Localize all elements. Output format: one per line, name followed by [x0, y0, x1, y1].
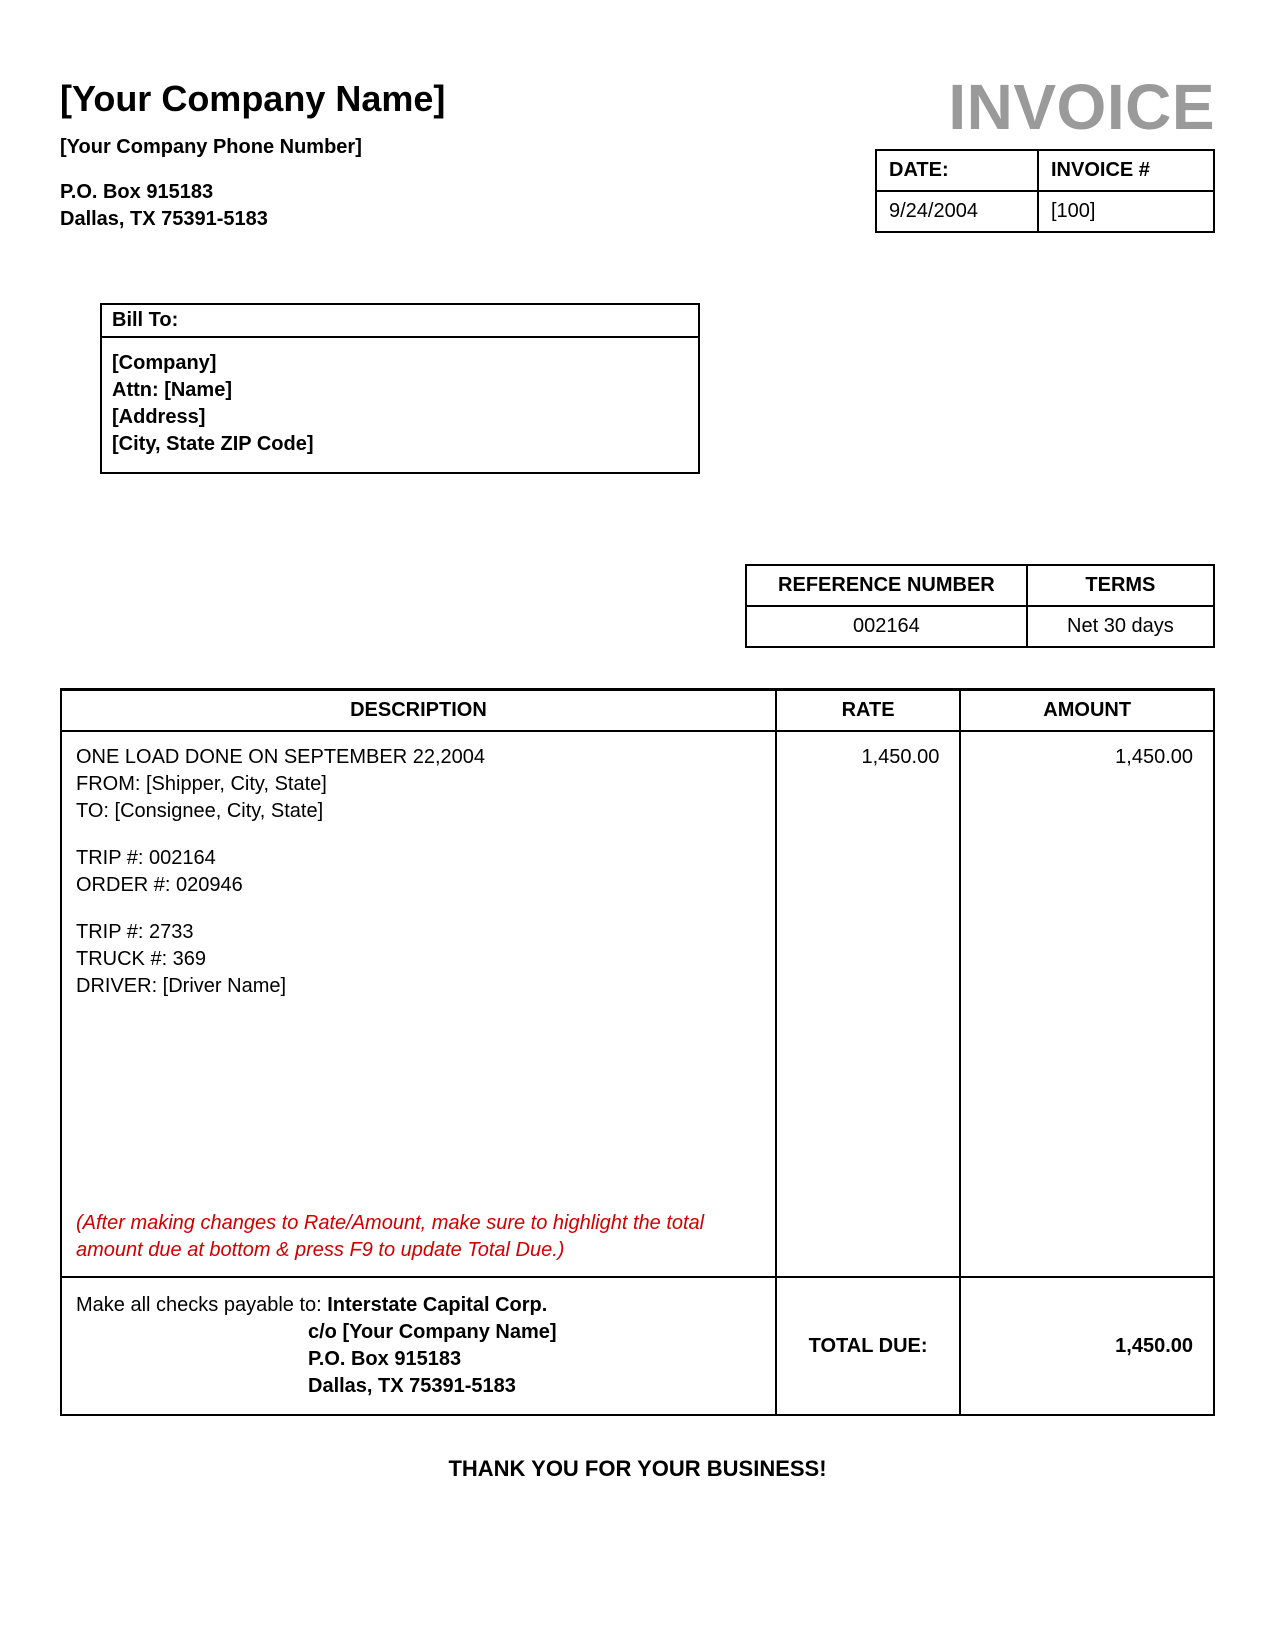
desc-trip2: TRIP #: 2733 [76, 919, 761, 946]
company-phone: [Your Company Phone Number] [60, 134, 445, 161]
bill-to-attn: Attn: [Name] [112, 377, 688, 404]
bill-to-header: Bill To: [102, 305, 698, 338]
total-due-amount: 1,450.00 [960, 1277, 1214, 1415]
invoice-page: [Your Company Name] [Your Company Phone … [0, 0, 1275, 1542]
date-label: DATE: [876, 150, 1038, 191]
description-content: ONE LOAD DONE ON SEPTEMBER 22,2004 FROM:… [76, 744, 761, 1264]
company-block: [Your Company Name] [Your Company Phone … [60, 75, 445, 233]
desc-driver: DRIVER: [Driver Name] [76, 973, 761, 1000]
col-amount: AMOUNT [960, 690, 1214, 732]
bill-to-company: [Company] [112, 350, 688, 377]
desc-block-3: TRIP #: 2733 TRUCK #: 369 DRIVER: [Drive… [76, 919, 761, 1000]
desc-block-2: TRIP #: 002164 ORDER #: 020946 [76, 845, 761, 899]
desc-load: ONE LOAD DONE ON SEPTEMBER 22,2004 [76, 744, 761, 771]
description-cell: ONE LOAD DONE ON SEPTEMBER 22,2004 FROM:… [61, 731, 776, 1277]
bill-to-address: [Address] [112, 404, 688, 431]
date-invoice-table: DATE: INVOICE # 9/24/2004 [100] [875, 149, 1215, 233]
desc-from: FROM: [Shipper, City, State] [76, 771, 761, 798]
header-row: [Your Company Name] [Your Company Phone … [60, 75, 1215, 233]
total-due-label: TOTAL DUE: [776, 1277, 960, 1415]
line-item-row: ONE LOAD DONE ON SEPTEMBER 22,2004 FROM:… [61, 731, 1214, 1277]
company-name: [Your Company Name] [60, 75, 445, 124]
desc-to: TO: [Consignee, City, State] [76, 798, 761, 825]
ref-terms-table: REFERENCE NUMBER TERMS 002164 Net 30 day… [745, 564, 1215, 648]
payable-co: c/o [Your Company Name] [308, 1319, 761, 1346]
bill-to-body: [Company] Attn: [Name] [Address] [City, … [102, 338, 698, 472]
reference-number-label: REFERENCE NUMBER [746, 565, 1027, 606]
company-address-2: Dallas, TX 75391-5183 [60, 206, 445, 233]
reference-number-value: 002164 [746, 606, 1027, 647]
desc-block-1: ONE LOAD DONE ON SEPTEMBER 22,2004 FROM:… [76, 744, 761, 825]
thank-you: THANK YOU FOR YOUR BUSINESS! [60, 1456, 1215, 1482]
footer-row: Make all checks payable to: Interstate C… [61, 1277, 1214, 1415]
payable-corp: Interstate Capital Corp. [327, 1294, 547, 1316]
col-description: DESCRIPTION [61, 690, 776, 732]
invoice-title: INVOICE [875, 75, 1215, 139]
invoice-number-label: INVOICE # [1038, 150, 1214, 191]
col-rate: RATE [776, 690, 960, 732]
payable-lines: c/o [Your Company Name] P.O. Box 915183 … [308, 1319, 761, 1400]
terms-value: Net 30 days [1027, 606, 1214, 647]
payable-addr1: P.O. Box 915183 [308, 1346, 761, 1373]
payable-intro: Make all checks payable to: [76, 1294, 327, 1316]
date-value: 9/24/2004 [876, 191, 1038, 232]
desc-order: ORDER #: 020946 [76, 872, 761, 899]
payable-addr2: Dallas, TX 75391-5183 [308, 1373, 761, 1400]
update-note: (After making changes to Rate/Amount, ma… [76, 1210, 761, 1264]
line-items-table: DESCRIPTION RATE AMOUNT ONE LOAD DONE ON… [60, 688, 1215, 1416]
bill-to-citystatezip: [City, State ZIP Code] [112, 431, 688, 458]
bill-to-box: Bill To: [Company] Attn: [Name] [Address… [100, 303, 700, 474]
desc-trip1: TRIP #: 002164 [76, 845, 761, 872]
terms-label: TERMS [1027, 565, 1214, 606]
payable-cell: Make all checks payable to: Interstate C… [61, 1277, 776, 1415]
invoice-block: INVOICE DATE: INVOICE # 9/24/2004 [100] [875, 75, 1215, 233]
invoice-number-value: [100] [1038, 191, 1214, 232]
desc-truck: TRUCK #: 369 [76, 946, 761, 973]
rate-cell: 1,450.00 [776, 731, 960, 1277]
payable-block: Make all checks payable to: Interstate C… [76, 1292, 761, 1400]
company-address-1: P.O. Box 915183 [60, 179, 445, 206]
amount-cell: 1,450.00 [960, 731, 1214, 1277]
